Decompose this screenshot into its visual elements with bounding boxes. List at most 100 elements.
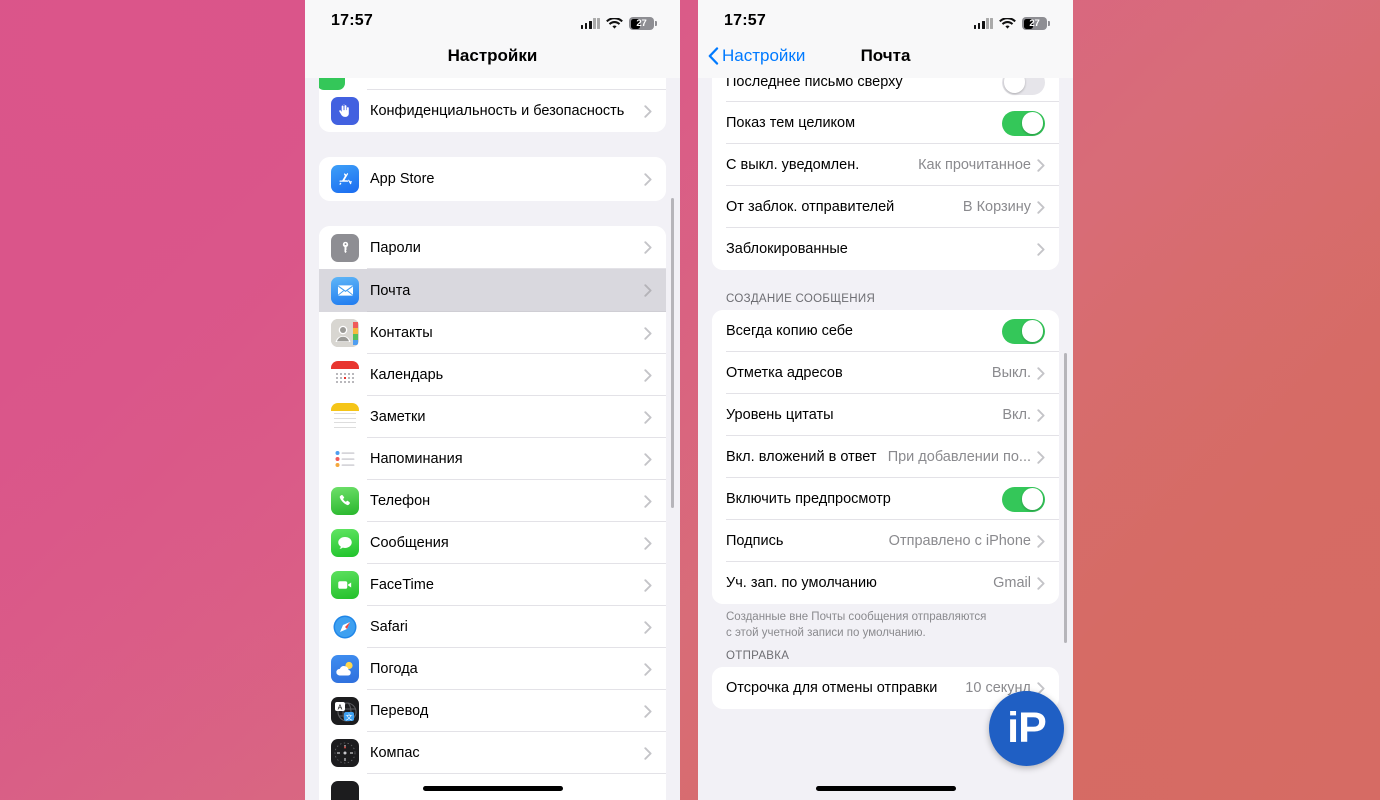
row-value: В Корзину (962, 199, 1031, 215)
page-title: Почта (860, 46, 911, 65)
sidebar-item-notes[interactable]: Заметки (319, 396, 666, 438)
sidebar-item-app-store[interactable]: App Store (319, 157, 666, 201)
chevron-right-icon (644, 620, 652, 634)
chevron-right-icon (1037, 200, 1045, 214)
sidebar-item-label: Перевод (370, 703, 429, 719)
sidebar-item-label: Safari (370, 619, 408, 635)
sidebar-item-reminders[interactable]: Напоминания (319, 438, 666, 480)
sidebar-item-messages[interactable]: Сообщения (319, 522, 666, 564)
row-value: При добавлении по... (887, 449, 1031, 465)
row-signature[interactable]: Подпись Отправлено с iPhone (712, 520, 1059, 562)
sidebar-item-compass[interactable]: Компас (319, 732, 666, 774)
sidebar-item-weather[interactable]: Погода (319, 648, 666, 690)
sidebar-item-contacts[interactable]: Контакты (319, 312, 666, 354)
sidebar-item-safari[interactable]: Safari (319, 606, 666, 648)
notes-icon (331, 403, 359, 431)
row-value: Gmail (993, 575, 1031, 591)
row-label: Заблокированные (726, 241, 848, 257)
compass-icon (331, 739, 359, 767)
reminders-icon (331, 445, 359, 473)
row-label: Отметка адресов (726, 365, 843, 381)
row-label: От заблок. отправителей (726, 199, 895, 215)
mail-icon (331, 276, 359, 305)
row-always-bcc-myself[interactable]: Всегда копию себе (712, 310, 1059, 352)
facetime-icon (331, 571, 359, 599)
toggle-complete-threads[interactable] (1002, 110, 1045, 136)
battery-icon: 27 (1022, 17, 1050, 30)
chevron-left-icon (708, 47, 719, 65)
sidebar-item-label: Почта (370, 282, 411, 299)
home-indicator-left (422, 786, 563, 791)
cellular-signal-icon (580, 18, 600, 29)
toggle-always-bcc-myself[interactable] (1002, 318, 1045, 344)
sidebar-item-label: Напоминания (370, 451, 463, 467)
row-label: Последнее письмо сверху (726, 78, 903, 90)
row-label: С выкл. уведомлен. (726, 157, 860, 173)
chevron-right-icon (1037, 366, 1045, 380)
row-enable-preview[interactable]: Включить предпросмотр (712, 478, 1059, 520)
row-blocked[interactable]: Заблокированные (712, 228, 1059, 270)
sidebar-item-passwords[interactable]: Пароли (319, 226, 666, 269)
scrollbar-right[interactable] (1064, 353, 1067, 643)
row-increase-quote-level[interactable]: Уровень цитаты Вкл. (712, 394, 1059, 436)
toggle-enable-preview[interactable] (1002, 486, 1045, 512)
toggle-latest-message-on-top[interactable] (1002, 78, 1045, 95)
scrollbar-left[interactable] (671, 198, 674, 508)
row-latest-message-on-top[interactable]: Последнее письмо сверху (712, 78, 1059, 102)
phone-right-mail-settings: 17:57 27 Настройки Почта Последнее письм… (698, 0, 1073, 800)
sidebar-item-label: Телефон (370, 493, 431, 509)
sidebar-item-facetime[interactable]: FaceTime (319, 564, 666, 606)
back-button[interactable]: Настройки (708, 34, 805, 78)
home-indicator-right (815, 786, 956, 791)
chevron-right-icon (1037, 158, 1045, 172)
battery-percent: 27 (1029, 18, 1040, 29)
safari-icon (331, 613, 359, 641)
row-muted-notifications[interactable]: С выкл. уведомлен. Как прочитанное (712, 144, 1059, 186)
group-privacy: Конфиденциальность и безопасность (319, 90, 666, 132)
sidebar-item-label: App Store (370, 171, 435, 187)
chevron-right-icon (644, 172, 652, 186)
row-blocked-sender-options[interactable]: От заблок. отправителей В Корзину (712, 186, 1059, 228)
chevron-right-icon (644, 536, 652, 550)
group-compose: Всегда копию себе Отметка адресов Выкл. … (712, 310, 1059, 604)
background-wash (0, 0, 1380, 800)
page-title: Настройки (447, 46, 538, 65)
hand-privacy-icon (331, 97, 359, 125)
row-label: Всегда копию себе (726, 323, 853, 339)
sidebar-item-privacy[interactable]: Конфиденциальность и безопасность (319, 90, 666, 132)
row-include-attachments-in-reply[interactable]: Вкл. вложений в ответ При добавлении по.… (712, 436, 1059, 478)
sidebar-item-mail[interactable]: Почта (319, 269, 666, 312)
sidebar-item-label: Погода (370, 661, 418, 677)
wifi-icon (606, 17, 623, 30)
sidebar-item-label: Компас (370, 745, 420, 761)
row-mark-addresses[interactable]: Отметка адресов Выкл. (712, 352, 1059, 394)
wifi-icon (999, 17, 1016, 30)
svg-text:文: 文 (346, 712, 353, 721)
chevron-right-icon (644, 704, 652, 718)
chevron-right-icon (644, 104, 652, 118)
chevron-right-icon (1037, 534, 1045, 548)
row-default-account[interactable]: Уч. зап. по умолчанию Gmail (712, 562, 1059, 604)
nav-bar-left: Настройки (305, 34, 680, 78)
measure-icon (331, 781, 359, 800)
section-header-sending: ОТПРАВКА (726, 650, 790, 663)
sidebar-item-calendar[interactable]: Календарь (319, 354, 666, 396)
key-passwords-icon (331, 233, 359, 262)
weather-icon (331, 655, 359, 683)
chevron-right-icon (1037, 242, 1045, 256)
row-complete-threads[interactable]: Показ тем целиком (712, 102, 1059, 144)
clipped-row-top[interactable] (319, 78, 666, 90)
status-bar-left: 17:57 27 (305, 0, 680, 34)
phone-icon (331, 487, 359, 515)
group-apps: Пароли Почта Контакты Календарь Заметки … (319, 226, 666, 800)
sidebar-item-phone[interactable]: Телефон (319, 480, 666, 522)
settings-scroll-area[interactable]: Конфиденциальность и безопасность App St… (305, 78, 680, 800)
sidebar-item-translate[interactable]: A文 Перевод (319, 690, 666, 732)
row-label: Подпись (726, 533, 784, 549)
sidebar-item-label: Сообщения (370, 535, 449, 551)
status-indicators: 27 (973, 17, 1050, 30)
group-appstore: App Store (319, 157, 666, 201)
status-time: 17:57 (331, 12, 373, 29)
